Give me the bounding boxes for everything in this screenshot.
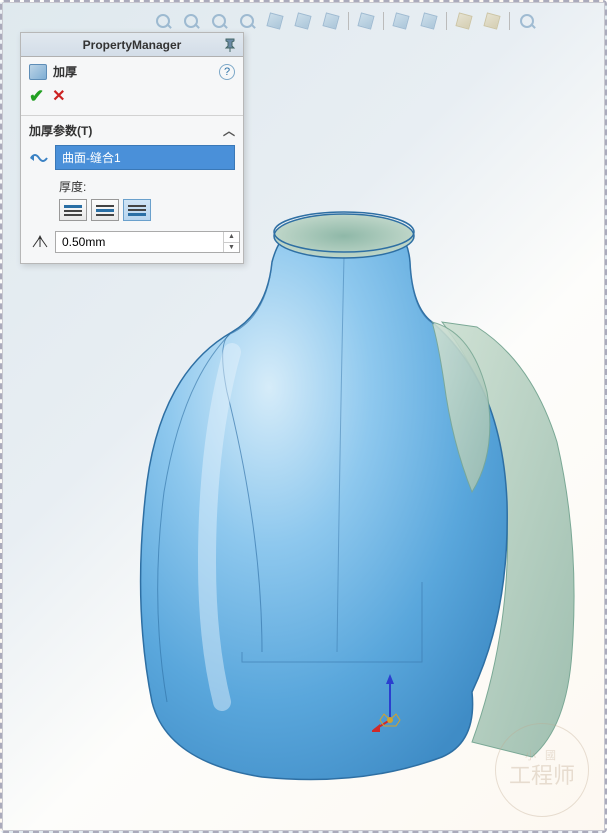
feature-title: 加厚 [53, 63, 77, 80]
ok-button[interactable]: ✔ [29, 86, 44, 107]
gold-cube-icon[interactable] [453, 10, 475, 32]
viewport-model[interactable] [112, 182, 582, 782]
spinner-up[interactable]: ▲ [224, 232, 239, 243]
zoom-window-icon[interactable] [152, 10, 174, 32]
pm-title: PropertyManager [83, 38, 182, 52]
direction-buttons [29, 199, 235, 221]
selected-surface-field[interactable]: 曲面-缝合1 [55, 145, 235, 170]
pin-icon[interactable] [221, 36, 239, 54]
zoom-prev-icon[interactable] [208, 10, 230, 32]
thickness-row: ▲ ▼ [29, 231, 235, 253]
orientation-icon[interactable] [264, 10, 286, 32]
section-header[interactable]: 加厚参数(T) ︿ [29, 122, 235, 139]
thicken-feature-icon [29, 64, 47, 80]
torso-outer-surface [141, 219, 508, 779]
thickness-icon [31, 233, 49, 251]
help-button[interactable]: ? [219, 64, 235, 80]
separator [383, 12, 384, 30]
thickness-spinner: ▲ ▼ [223, 232, 239, 252]
pm-titlebar: PropertyManager [21, 33, 243, 57]
thickness-label: 厚度: [29, 178, 235, 195]
app-frame: PropertyManager 加厚 ? ✔ ✕ 加厚参数(T) ︿ [0, 0, 607, 833]
thicken-params-section: 加厚参数(T) ︿ 曲面-缝合1 厚度: [21, 115, 243, 263]
thickness-input-wrapper: ▲ ▼ [55, 231, 240, 253]
separator [509, 12, 510, 30]
cancel-button[interactable]: ✕ [52, 86, 65, 107]
annotations-icon[interactable] [390, 10, 412, 32]
surface-selection-row: 曲面-缝合1 [29, 145, 235, 170]
origin-triad[interactable] [372, 672, 412, 732]
ok-cancel-row: ✔ ✕ [21, 86, 243, 115]
gold-cube2-icon[interactable] [481, 10, 503, 32]
separator [348, 12, 349, 30]
view-settings-icon[interactable] [320, 10, 342, 32]
thickness-input[interactable] [56, 232, 223, 252]
appearances-icon[interactable] [292, 10, 314, 32]
section-title: 加厚参数(T) [29, 122, 92, 139]
section-view-icon[interactable] [236, 10, 258, 32]
full-screen-icon[interactable] [516, 10, 538, 32]
property-manager-panel: PropertyManager 加厚 ? ✔ ✕ 加厚参数(T) ︿ [20, 32, 244, 264]
view-toolbar [152, 8, 585, 34]
render-icon[interactable] [418, 10, 440, 32]
hide-show-icon[interactable] [355, 10, 377, 32]
separator [446, 12, 447, 30]
zoom-fit-icon[interactable] [180, 10, 202, 32]
feature-header: 加厚 ? [21, 57, 243, 86]
direction-both-button[interactable] [91, 199, 119, 221]
collapse-icon[interactable]: ︿ [223, 122, 235, 139]
direction-side2-button[interactable] [123, 199, 151, 221]
direction-side1-button[interactable] [59, 199, 87, 221]
surface-select-icon[interactable] [29, 149, 49, 167]
spinner-down[interactable]: ▼ [224, 243, 239, 253]
